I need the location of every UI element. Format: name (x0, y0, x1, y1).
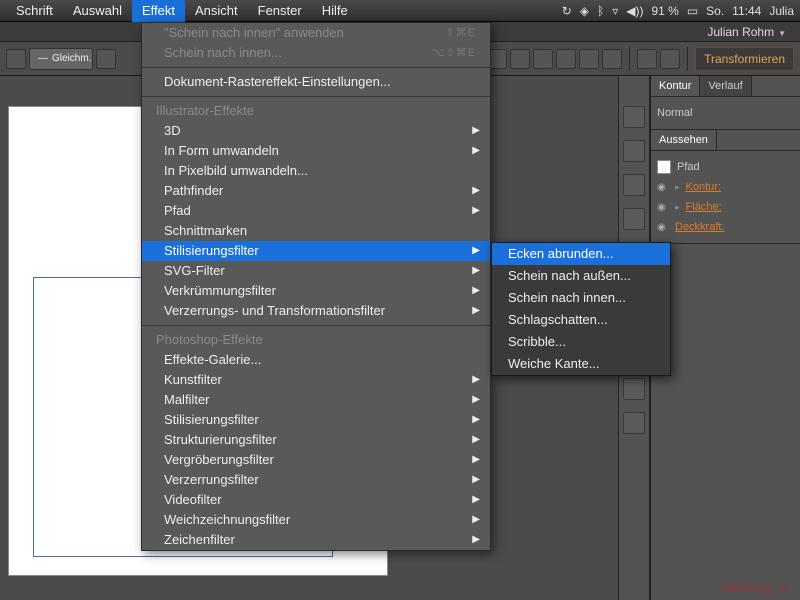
transform-button[interactable]: Transformieren (695, 47, 794, 71)
menu-ps-item-4[interactable]: Strukturierungsfilter▶ (142, 430, 490, 450)
visibility-icon[interactable]: ◉ (657, 202, 669, 213)
battery-percent: 91 % (651, 4, 678, 18)
panel-icon-symbols[interactable] (623, 208, 645, 230)
menu-ps-item-2[interactable]: Malfilter▶ (142, 390, 490, 410)
submenu-item-2[interactable]: Schein nach innen... (492, 287, 670, 309)
menu-effekt[interactable]: Effekt (132, 0, 185, 22)
clock-time: 11:44 (732, 4, 761, 18)
effekt-dropdown: "Schein nach innen" anwenden⇧⌘E Schein n… (141, 22, 491, 551)
menu-ps-item-8[interactable]: Weichzeichnungsfilter▶ (142, 510, 490, 530)
appearance-thumb (657, 160, 671, 174)
tab-kontur[interactable]: Kontur (651, 76, 700, 96)
visibility-icon[interactable]: ◉ (657, 222, 669, 233)
submenu-item-1[interactable]: Schein nach außen... (492, 265, 670, 287)
menu-ps-item-5[interactable]: Vergröberungsfilter▶ (142, 450, 490, 470)
menu-ill-item-9[interactable]: Verzerrungs- und Transformationsfilter▶ (142, 301, 490, 321)
menu-ill-item-5[interactable]: Schnittmarken (142, 221, 490, 241)
menu-ps-item-9[interactable]: Zeichenfilter▶ (142, 530, 490, 550)
right-panels: Kontur Verlauf Normal Aussehen Pfad ◉▸Ko… (650, 76, 800, 600)
menu-ansicht[interactable]: Ansicht (185, 0, 248, 22)
menu-ps-item-3[interactable]: Stilisierungsfilter▶ (142, 410, 490, 430)
panel-icon-brushes[interactable] (623, 174, 645, 196)
system-tray: ↻ ◈ ᛒ ▿ ◀)) 91 % ▭ So. 11:44 Julia (562, 4, 794, 18)
tab-aussehen[interactable]: Aussehen (651, 130, 717, 150)
menu-fenster[interactable]: Fenster (248, 0, 312, 22)
panel-icon-layers[interactable] (623, 412, 645, 434)
submenu-item-3[interactable]: Schlagschatten... (492, 309, 670, 331)
submenu-item-0[interactable]: Ecken abrunden... (492, 243, 670, 265)
menu-apply-last: "Schein nach innen" anwenden⇧⌘E (142, 23, 490, 43)
stilisierungsfilter-submenu: Ecken abrunden...Schein nach außen...Sch… (491, 242, 671, 376)
align-right-button[interactable] (533, 49, 553, 69)
menu-schrift[interactable]: Schrift (6, 0, 63, 22)
clock-day: So. (706, 4, 724, 18)
align-center-button[interactable] (510, 49, 530, 69)
submenu-item-4[interactable]: Scribble... (492, 331, 670, 353)
figure-label: Abbildung_04 (721, 582, 788, 594)
menu-ill-item-3[interactable]: Pathfinder▶ (142, 181, 490, 201)
menu-raster-settings[interactable]: Dokument-Rastereffekt-Einstellungen... (142, 72, 490, 92)
visibility-icon[interactable]: ◉ (657, 182, 669, 193)
panel-icon-swatches[interactable] (623, 140, 645, 162)
menu-hilfe[interactable]: Hilfe (312, 0, 358, 22)
bluetooth-icon: ᛒ (597, 4, 604, 18)
stroke-swatch[interactable] (6, 49, 26, 69)
volume-icon: ◀)) (626, 4, 643, 18)
dropbox-icon: ◈ (580, 4, 589, 18)
menu-ill-item-6[interactable]: Stilisierungsfilter▶ (142, 241, 490, 261)
menu-ps-item-7[interactable]: Videofilter▶ (142, 490, 490, 510)
menu-ill-item-2[interactable]: In Pixelbild umwandeln... (142, 161, 490, 181)
appearance-fill-row[interactable]: Fläche: (686, 201, 722, 213)
cloud-user-button[interactable]: Julian Rohm▼ (701, 23, 792, 41)
panel-icon-color[interactable] (623, 106, 645, 128)
submenu-item-5[interactable]: Weiche Kante... (492, 353, 670, 375)
align-bottom-button[interactable] (602, 49, 622, 69)
tab-verlauf[interactable]: Verlauf (700, 76, 751, 96)
menu-ill-item-7[interactable]: SVG-Filter▶ (142, 261, 490, 281)
brush-picker[interactable] (96, 49, 116, 69)
menu-ill-item-4[interactable]: Pfad▶ (142, 201, 490, 221)
appearance-stroke-row[interactable]: Kontur: (686, 181, 721, 193)
menu-header-illustrator: Illustrator-Effekte (142, 101, 490, 121)
align-top-button[interactable] (556, 49, 576, 69)
battery-icon: ▭ (687, 4, 698, 18)
sync-icon: ↻ (562, 4, 572, 18)
appearance-object-type: Pfad (677, 161, 700, 173)
wifi-icon: ▿ (612, 4, 618, 18)
isolate-button[interactable] (660, 49, 680, 69)
appearance-opacity-row[interactable]: Deckkraft: (675, 221, 725, 233)
menu-last-effect: Schein nach innen...⌥⇧⌘E (142, 43, 490, 63)
menu-ill-item-1[interactable]: In Form umwandeln▶ (142, 141, 490, 161)
menu-ill-item-0[interactable]: 3D▶ (142, 121, 490, 141)
blend-mode-value[interactable]: Normal (657, 107, 692, 119)
menu-ill-item-8[interactable]: Verkrümmungsfilter▶ (142, 281, 490, 301)
menu-auswahl[interactable]: Auswahl (63, 0, 132, 22)
align-middle-button[interactable] (579, 49, 599, 69)
menu-ps-item-1[interactable]: Kunstfilter▶ (142, 370, 490, 390)
user-short: Julia (769, 4, 794, 18)
menubar: Schrift Auswahl Effekt Ansicht Fenster H… (0, 0, 800, 22)
menu-ps-item-6[interactable]: Verzerrungsfilter▶ (142, 470, 490, 490)
stroke-profile-dropdown[interactable]: —Gleichm. (29, 48, 93, 70)
panel-icon-graphicstyles[interactable] (623, 378, 645, 400)
menu-header-photoshop: Photoshop-Effekte (142, 330, 490, 350)
shape-mode-button[interactable] (637, 49, 657, 69)
menu-ps-item-0[interactable]: Effekte-Galerie... (142, 350, 490, 370)
